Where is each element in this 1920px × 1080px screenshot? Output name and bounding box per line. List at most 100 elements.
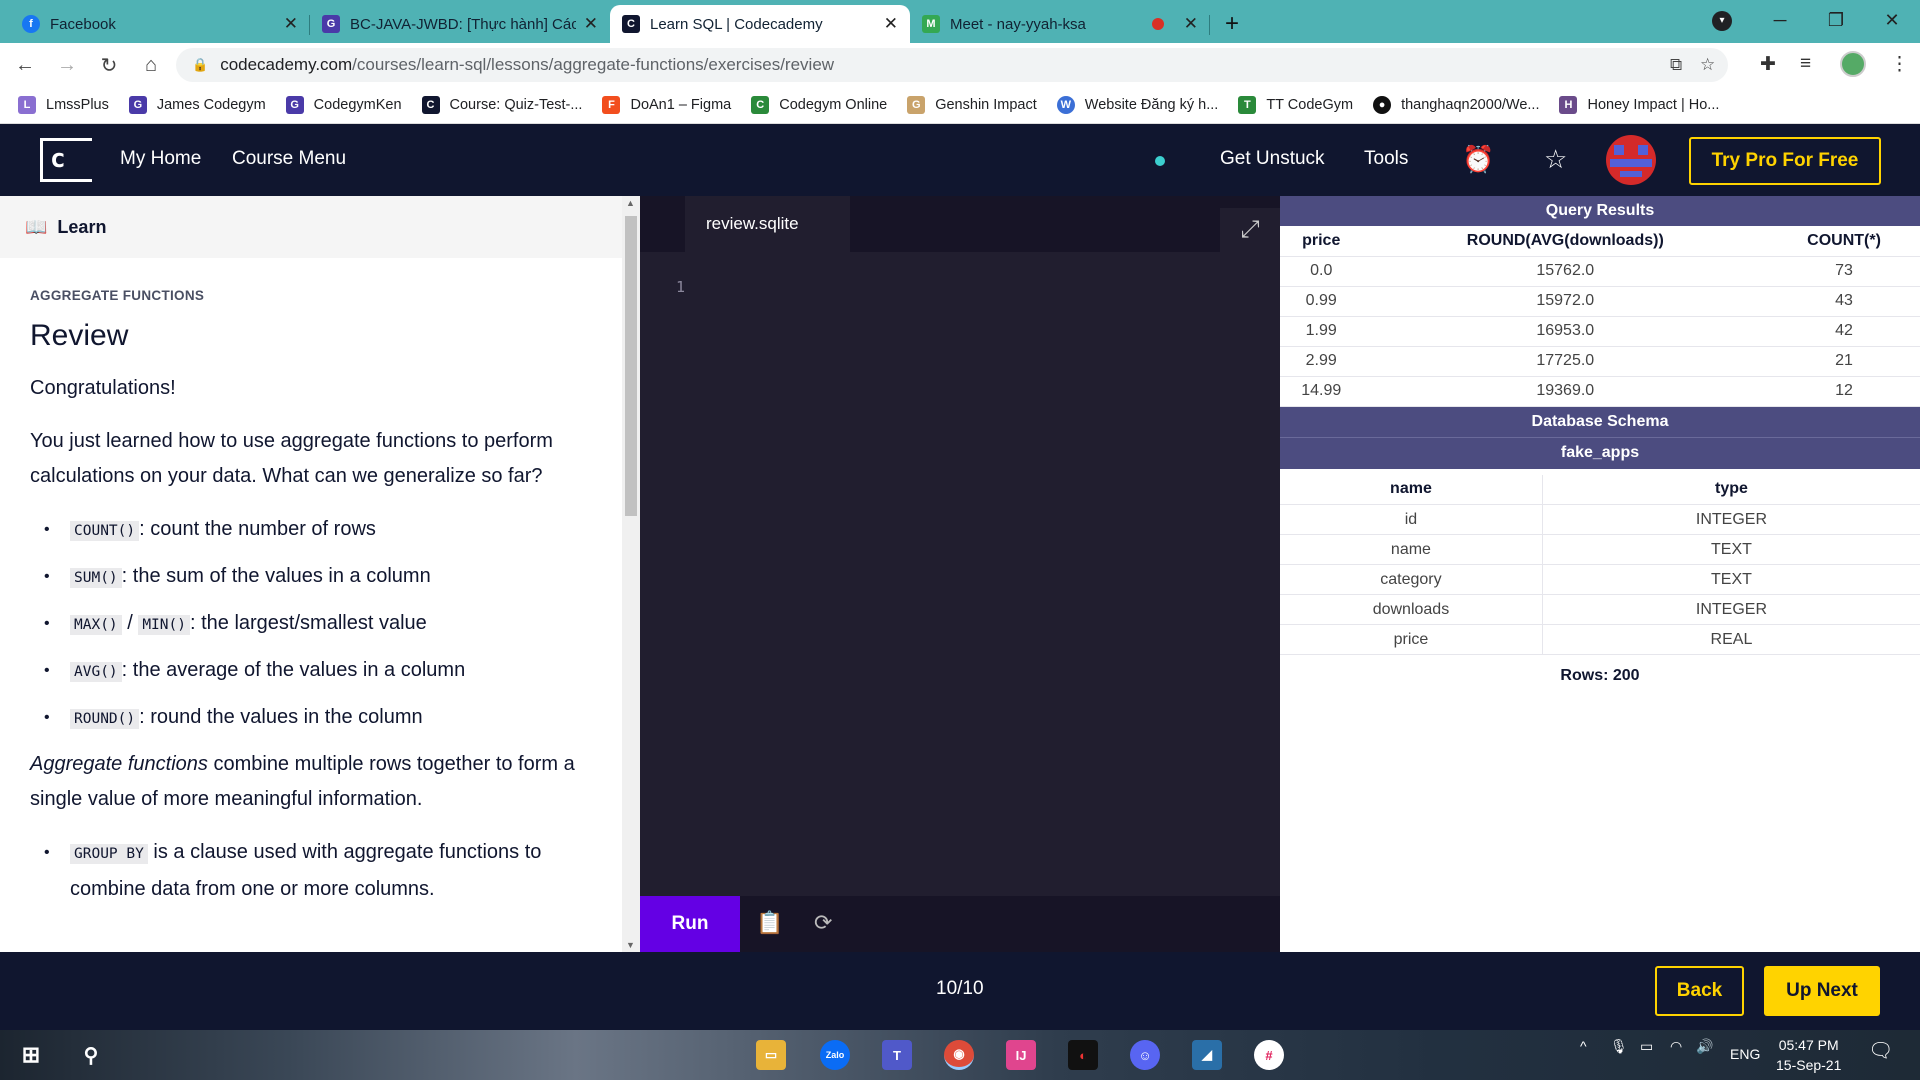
translate-icon[interactable]: ⧉ bbox=[1670, 55, 1682, 75]
tab-codegym[interactable]: G BC-JAVA-JWBD: [Thực hành] Các ✕ bbox=[310, 5, 610, 43]
extensions-icon[interactable]: ✚ bbox=[1760, 53, 1776, 76]
back-arrow-icon[interactable]: ← bbox=[8, 54, 42, 77]
schema-table-name: fake_apps bbox=[1280, 436, 1920, 469]
home-icon[interactable]: ⌂ bbox=[134, 54, 168, 77]
intellij-icon[interactable]: IJ bbox=[1006, 1040, 1036, 1070]
tray-chevron-icon[interactable]: ^ bbox=[1580, 1038, 1587, 1054]
garena-icon[interactable]: ◐ bbox=[1068, 1040, 1098, 1070]
line-number: 1 bbox=[676, 278, 686, 296]
clipboard-icon[interactable]: 📋 bbox=[756, 910, 783, 936]
tab-meet[interactable]: M Meet - nay-yyah-ksa ✕ bbox=[910, 5, 1210, 43]
close-tab-icon[interactable]: ✕ bbox=[884, 14, 898, 34]
editor-input[interactable] bbox=[710, 266, 1280, 306]
learn-pane: 📖 Learn AGGREGATE FUNCTIONS Review Congr… bbox=[0, 196, 622, 952]
bookmark-item[interactable]: F DoAn1 – Figma bbox=[602, 96, 731, 114]
bookmark-item[interactable]: G CodegymKen bbox=[285, 96, 402, 114]
aggregate-paragraph: Aggregate functions combine multiple row… bbox=[30, 753, 575, 810]
tab-codecademy[interactable]: C Learn SQL | Codecademy ✕ bbox=[610, 5, 910, 43]
bookmark-icon: W bbox=[1056, 96, 1075, 114]
my-home-link[interactable]: My Home bbox=[120, 148, 201, 170]
microphone-icon[interactable]: 🎙 bbox=[1610, 1038, 1628, 1055]
get-unstuck-button[interactable]: Get Unstuck bbox=[1220, 148, 1325, 170]
course-menu-link[interactable]: Course Menu bbox=[232, 148, 346, 170]
bookmark-item[interactable]: ● thanghaqn2000/We... bbox=[1373, 96, 1539, 114]
file-tab[interactable]: review.sqlite bbox=[685, 196, 850, 252]
close-tab-icon[interactable]: ✕ bbox=[284, 14, 298, 34]
zalo-icon[interactable]: Zalo bbox=[820, 1040, 850, 1070]
learn-tab[interactable]: 📖 Learn bbox=[0, 196, 622, 258]
star-bookmark-icon[interactable]: ☆ bbox=[1700, 55, 1715, 75]
query-results-pane: Query Results price ROUND(AVG(downloads))… bbox=[1280, 196, 1920, 952]
maximize-icon[interactable]: ❐ bbox=[1808, 10, 1864, 31]
results-table: price ROUND(AVG(downloads)) COUNT(*) 0.0 15… bbox=[1280, 226, 1920, 407]
bookmark-item[interactable]: H Honey Impact | Ho... bbox=[1559, 96, 1719, 114]
close-tab-icon[interactable]: ✕ bbox=[584, 14, 598, 34]
close-tab-icon[interactable]: ✕ bbox=[1184, 14, 1198, 34]
chrome-icon[interactable]: ◉ bbox=[944, 1040, 974, 1070]
teams-icon[interactable]: T bbox=[882, 1040, 912, 1070]
menu-dots-icon[interactable]: ⋮ bbox=[1890, 53, 1909, 76]
tab-title: Facebook bbox=[50, 15, 116, 33]
system-clock[interactable]: 05:47 PM 15-Sep-21 bbox=[1776, 1035, 1841, 1075]
alarm-clock-icon[interactable]: ⏰ bbox=[1462, 144, 1494, 175]
scroll-down-icon[interactable]: ▼ bbox=[626, 940, 635, 950]
list-item: COUNT(): count the number of rows bbox=[30, 512, 592, 549]
lesson-eyebrow: AGGREGATE FUNCTIONS bbox=[30, 288, 205, 303]
expand-icon[interactable]: ⤢ bbox=[1220, 208, 1280, 252]
forward-arrow-icon[interactable]: → bbox=[50, 54, 84, 77]
minimize-icon[interactable]: ─ bbox=[1752, 10, 1808, 31]
slack-icon[interactable]: # bbox=[1254, 1040, 1284, 1070]
volume-icon[interactable]: 🔊 bbox=[1696, 1038, 1713, 1055]
figma-icon: F bbox=[602, 96, 621, 114]
star-icon[interactable]: ☆ bbox=[1544, 144, 1567, 175]
column-header: name bbox=[1280, 474, 1543, 505]
search-icon[interactable]: ⚲ bbox=[76, 1040, 106, 1070]
language-indicator[interactable]: ENG bbox=[1730, 1046, 1760, 1062]
url-path: /courses/learn-sql/lessons/aggregate-fun… bbox=[352, 55, 835, 74]
address-bar[interactable]: 🔒 codecademy.com/courses/learn-sql/lesso… bbox=[176, 48, 1728, 82]
bookmark-icon: G bbox=[907, 96, 926, 114]
bookmark-icon: C bbox=[751, 96, 770, 114]
notifications-icon[interactable]: 🗨 bbox=[1868, 1038, 1893, 1063]
bookmark-item[interactable]: C Codegym Online bbox=[751, 96, 887, 114]
table-row: name TEXT bbox=[1280, 534, 1920, 565]
tab-facebook[interactable]: f Facebook ✕ bbox=[10, 5, 310, 43]
bookmark-item[interactable]: L LmssPlus bbox=[18, 96, 109, 114]
run-button[interactable]: Run bbox=[640, 896, 740, 952]
bookmark-icon: H bbox=[1559, 96, 1578, 114]
bookmark-item[interactable]: C Course: Quiz-Test-... bbox=[421, 96, 582, 114]
battery-icon[interactable]: ▭ bbox=[1640, 1038, 1653, 1055]
close-window-icon[interactable]: ✕ bbox=[1864, 10, 1920, 31]
bookmark-item[interactable]: G James Codegym bbox=[128, 96, 266, 114]
window-controls: ─ ❐ ✕ bbox=[1752, 0, 1920, 40]
up-next-button[interactable]: Up Next bbox=[1764, 966, 1880, 1016]
learn-scrollbar[interactable]: ▲ ▼ bbox=[622, 196, 640, 952]
try-pro-button[interactable]: Try Pro For Free bbox=[1689, 137, 1881, 185]
codecademy-logo[interactable]: c bbox=[40, 138, 92, 182]
profile-avatar[interactable] bbox=[1840, 51, 1866, 77]
congrats-text: Congratulations! bbox=[30, 377, 176, 399]
facebook-icon: f bbox=[22, 15, 40, 33]
discord-icon[interactable]: ☺ bbox=[1130, 1040, 1160, 1070]
reset-icon[interactable]: ⟳ bbox=[814, 910, 832, 936]
bookmark-item[interactable]: W Website Đăng ký h... bbox=[1056, 96, 1218, 114]
bookmark-item[interactable]: T TT CodeGym bbox=[1238, 96, 1353, 114]
column-header: price bbox=[1280, 226, 1363, 257]
windows-start-icon[interactable]: ⊞ bbox=[16, 1040, 46, 1070]
media-control-icon[interactable]: ≡ bbox=[1800, 53, 1811, 75]
back-button[interactable]: Back bbox=[1655, 966, 1744, 1016]
file-explorer-icon[interactable]: ▭ bbox=[756, 1040, 786, 1070]
scroll-up-icon[interactable]: ▲ bbox=[626, 198, 635, 208]
reload-icon[interactable]: ↻ bbox=[92, 53, 126, 78]
avatar[interactable] bbox=[1606, 135, 1656, 185]
mysql-workbench-icon[interactable]: ◢ bbox=[1192, 1040, 1222, 1070]
wifi-icon[interactable]: ◠ bbox=[1670, 1038, 1682, 1055]
lock-icon: 🔒 bbox=[192, 57, 209, 72]
tools-button[interactable]: Tools bbox=[1364, 148, 1408, 170]
lesson-footer: 10/10 Back Up Next bbox=[0, 952, 1920, 1030]
tab-search-icon[interactable]: ▾ bbox=[1712, 11, 1732, 31]
new-tab-icon[interactable]: + bbox=[1210, 5, 1254, 43]
scrollbar-thumb[interactable] bbox=[625, 216, 637, 516]
bookmark-icon: G bbox=[128, 96, 147, 114]
bookmark-item[interactable]: G Genshin Impact bbox=[907, 96, 1037, 114]
